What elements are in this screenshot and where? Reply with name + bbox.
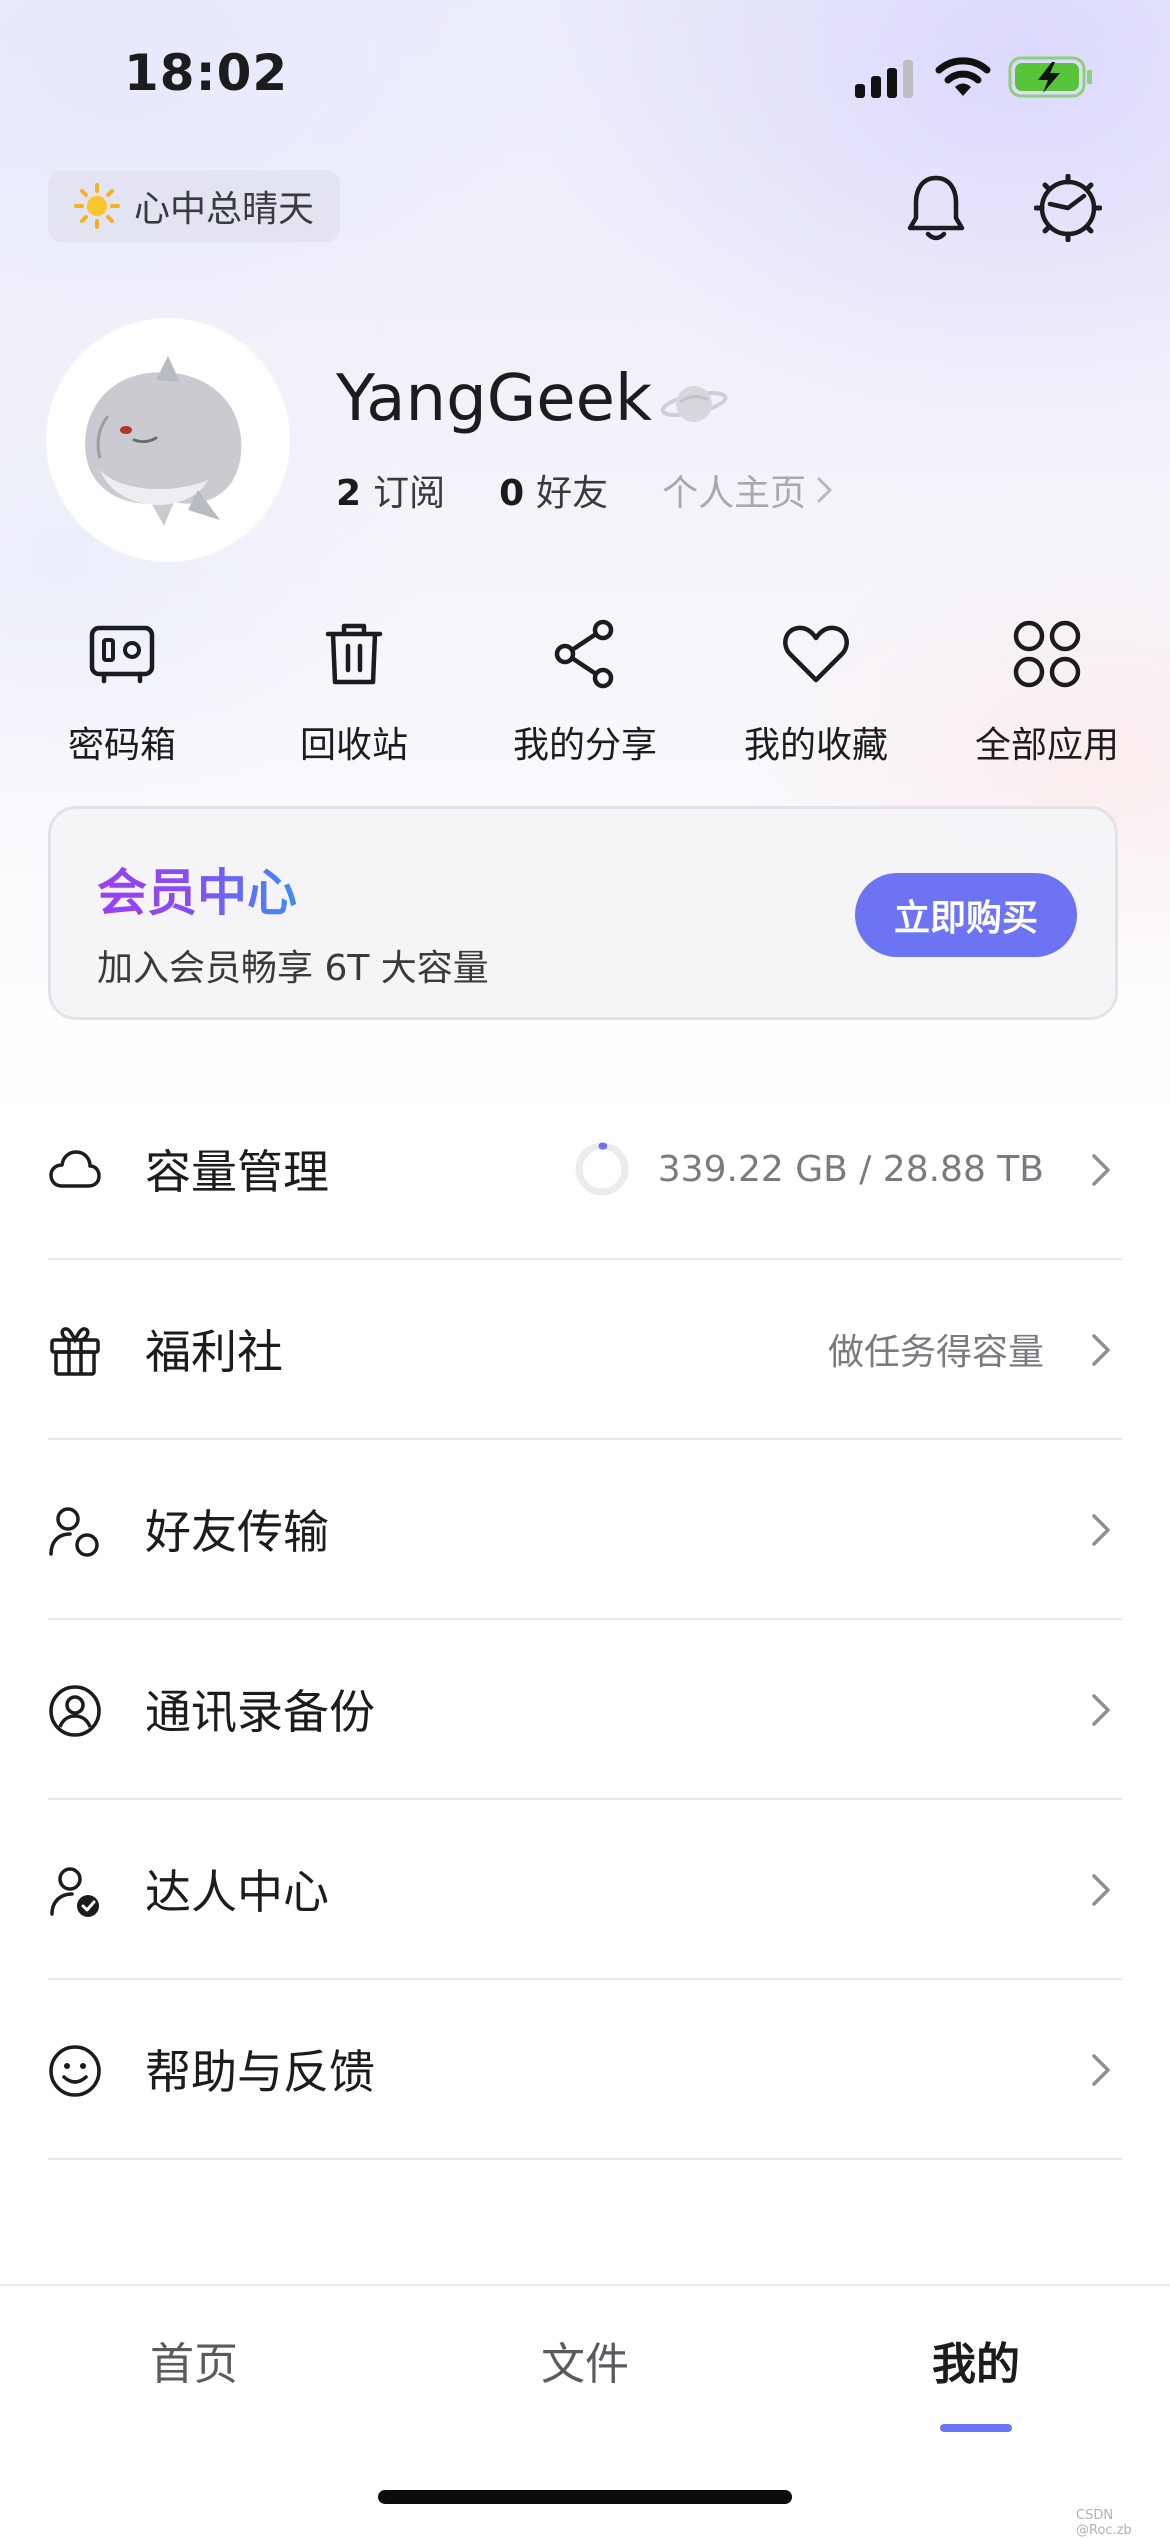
settings-icon[interactable] bbox=[1034, 174, 1102, 242]
watermark: CSDN @Roc.zb bbox=[1076, 2508, 1132, 2538]
storage-usage-text: 339.22 GB / 28.88 TB bbox=[657, 1148, 1044, 1190]
quick-action-label: 我的分享 bbox=[512, 725, 657, 766]
share-icon bbox=[554, 619, 614, 689]
username[interactable]: YangGeek bbox=[336, 362, 652, 436]
subscriptions-label[interactable]: 订阅 bbox=[373, 464, 445, 516]
friends-label[interactable]: 好友 bbox=[536, 464, 608, 516]
grid-icon bbox=[1013, 620, 1081, 688]
quick-action-safe[interactable]: 密码箱 bbox=[22, 610, 222, 768]
member-center-subtitle: 加入会员畅享 6T 大容量 bbox=[97, 948, 489, 989]
sun-icon bbox=[74, 183, 120, 229]
planet-badge-icon[interactable] bbox=[658, 374, 730, 434]
subscriptions-count[interactable]: 2 bbox=[336, 473, 361, 514]
chevron-right-icon bbox=[1092, 1334, 1110, 1366]
menu-item-value: 做任务得容量 bbox=[827, 1332, 1044, 1373]
chevron-right-icon bbox=[1092, 1874, 1110, 1906]
trash-icon bbox=[325, 623, 383, 685]
quick-action-label: 我的收藏 bbox=[743, 725, 888, 766]
status-time: 18:02 bbox=[124, 44, 289, 102]
chevron-right-icon bbox=[1092, 1514, 1110, 1546]
active-tab-indicator bbox=[940, 2424, 1012, 2432]
menu-item-label: 容量管理 bbox=[145, 1145, 329, 1199]
menu-item-label: 帮助与反馈 bbox=[145, 2045, 375, 2099]
quick-action-label: 回收站 bbox=[299, 725, 408, 766]
menu-list: 容量管理 339.22 GB / 28.88 TB 福利社 做任务得容量 好友传… bbox=[48, 1080, 1122, 2160]
chevron-right-icon bbox=[1092, 1154, 1110, 1186]
bell-icon[interactable] bbox=[902, 172, 970, 244]
menu-item-welfare[interactable]: 福利社 做任务得容量 bbox=[48, 1260, 1122, 1440]
quick-action-label: 密码箱 bbox=[67, 725, 176, 766]
dolphin-avatar-icon bbox=[85, 356, 242, 526]
menu-item-label: 达人中心 bbox=[145, 1865, 329, 1919]
menu-item-contacts-backup[interactable]: 通讯录备份 bbox=[48, 1620, 1122, 1800]
chevron-right-icon bbox=[1092, 2054, 1110, 2086]
contact-icon bbox=[49, 1685, 101, 1737]
safe-icon bbox=[89, 625, 155, 684]
chevron-right-icon bbox=[817, 477, 832, 503]
storage-ring-icon bbox=[575, 1142, 629, 1196]
gift-icon bbox=[50, 1327, 100, 1376]
expert-icon bbox=[50, 1867, 99, 1917]
buy-now-button[interactable]: 立即购买 bbox=[855, 873, 1077, 957]
heart-icon bbox=[783, 625, 849, 683]
quick-action-share[interactable]: 我的分享 bbox=[485, 610, 685, 768]
profile-stats: 2 订阅 0 好友 个人主页 bbox=[336, 464, 836, 516]
menu-item-friend-transfer[interactable]: 好友传输 bbox=[48, 1440, 1122, 1620]
quick-actions: 密码箱 回收站 我的分享 我的收藏 全部应用 bbox=[0, 610, 1170, 770]
battery-charging-icon bbox=[1008, 56, 1092, 98]
tab-mine[interactable]: 我的 bbox=[856, 2328, 1096, 2392]
menu-item-label: 通讯录备份 bbox=[145, 1685, 375, 1739]
menu-item-help-feedback[interactable]: 帮助与反馈 bbox=[48, 1980, 1122, 2160]
friends-count[interactable]: 0 bbox=[499, 473, 524, 514]
quick-action-trash[interactable]: 回收站 bbox=[254, 610, 454, 768]
member-center-title: 会员中心 bbox=[97, 853, 297, 925]
tab-home[interactable]: 首页 bbox=[74, 2328, 314, 2392]
quick-action-label: 全部应用 bbox=[974, 725, 1119, 766]
tab-files[interactable]: 文件 bbox=[465, 2328, 705, 2392]
menu-item-label: 好友传输 bbox=[145, 1505, 329, 1559]
homepage-label: 个人主页 bbox=[662, 473, 807, 514]
cellular-signal-icon bbox=[855, 60, 913, 98]
weather-chip[interactable]: 心中总晴天 bbox=[48, 170, 340, 242]
wifi-icon bbox=[935, 57, 991, 96]
friends-transfer-icon bbox=[49, 1507, 99, 1557]
cloud-icon bbox=[49, 1150, 101, 1188]
menu-item-storage[interactable]: 容量管理 339.22 GB / 28.88 TB bbox=[48, 1080, 1122, 1260]
member-center-card[interactable]: 会员中心 加入会员畅享 6T 大容量 立即购买 bbox=[48, 806, 1118, 1020]
smile-icon bbox=[49, 2045, 101, 2097]
weather-text: 心中总晴天 bbox=[134, 189, 315, 230]
home-indicator[interactable] bbox=[378, 2490, 792, 2504]
chevron-right-icon bbox=[1092, 1694, 1110, 1726]
homepage-link[interactable]: 个人主页 bbox=[662, 464, 836, 516]
quick-action-favorites[interactable]: 我的收藏 bbox=[716, 610, 916, 768]
avatar[interactable] bbox=[48, 320, 288, 560]
menu-item-label: 福利社 bbox=[145, 1325, 283, 1379]
storage-usage: 339.22 GB / 28.88 TB bbox=[574, 1141, 1044, 1197]
menu-item-expert-center[interactable]: 达人中心 bbox=[48, 1800, 1122, 1980]
quick-action-all-apps[interactable]: 全部应用 bbox=[947, 610, 1147, 768]
